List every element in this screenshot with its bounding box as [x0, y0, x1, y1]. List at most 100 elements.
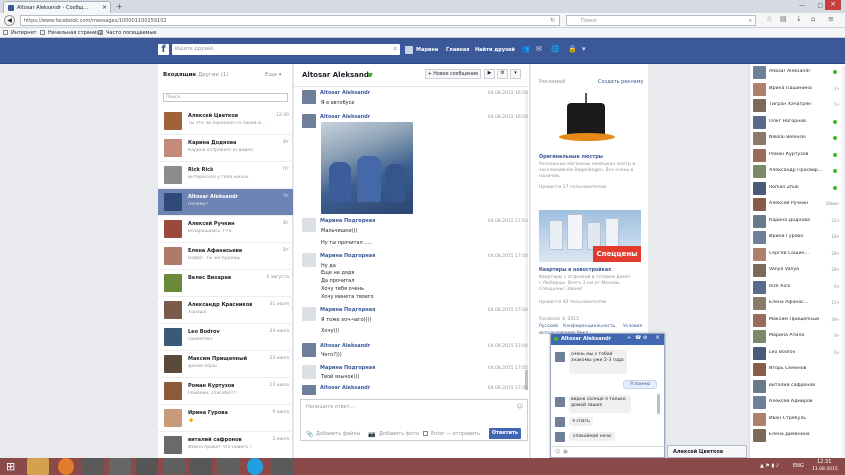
- more-dropdown[interactable]: Еще ▾: [265, 72, 282, 78]
- video-call-icon[interactable]: ▶: [484, 69, 495, 79]
- conversation-row[interactable]: Алексей Цветков Ты что ли переехал со сво…: [158, 108, 293, 135]
- conversation-avatar[interactable]: [164, 139, 182, 157]
- conversation-row[interactable]: виталий сафронов Ирина привет что нового …: [158, 432, 293, 458]
- conversation-avatar[interactable]: [164, 409, 182, 427]
- apartments-ad-image[interactable]: Спеццены: [539, 210, 641, 262]
- friend-item[interactable]: Сергей Сошин... 28ч: [751, 246, 839, 262]
- sender-avatar[interactable]: [302, 307, 316, 321]
- clock-time[interactable]: 12:31: [817, 459, 831, 465]
- message-author[interactable]: Марина Подгорная: [320, 218, 375, 224]
- home-link[interactable]: Главная: [446, 47, 469, 53]
- conversation-row[interactable]: Ирина Гурова 👍 9 июля: [158, 405, 293, 432]
- reading-list-icon[interactable]: ▤: [780, 15, 787, 23]
- settings-gear-icon[interactable]: ⚙: [643, 335, 647, 341]
- ad2-likes[interactable]: Нравится 40 пользователям: [539, 300, 606, 305]
- friend-requests-icon[interactable]: 👥: [521, 45, 530, 53]
- tab-other[interactable]: Другие (1): [198, 72, 228, 78]
- conversation-row[interactable]: Altosar Aleksandr Почему? Чт: [158, 189, 293, 216]
- friend-item[interactable]: Nikolai Belevski: [751, 130, 839, 146]
- settings-gear-icon[interactable]: ⚙: [497, 69, 508, 79]
- privacy-icon[interactable]: 🔒: [568, 45, 577, 53]
- friend-search-input[interactable]: Ищите друзей ⌕: [172, 44, 400, 55]
- window-close-icon[interactable]: ×: [825, 0, 841, 10]
- conversation-row[interactable]: Максим Прищепный Доной порш 23 июля: [158, 351, 293, 378]
- call-icon[interactable]: ☎: [635, 335, 641, 341]
- chat-popup-input[interactable]: ☺ ▣: [551, 446, 664, 457]
- minimize-icon[interactable]: —: [799, 2, 805, 9]
- conversation-avatar[interactable]: [164, 247, 182, 265]
- sender-avatar[interactable]: [302, 218, 316, 232]
- add-friend-icon[interactable]: +: [627, 335, 631, 341]
- find-friends-link[interactable]: Найти друзей: [475, 47, 515, 53]
- sender-avatar[interactable]: [302, 365, 316, 379]
- bookmark-frequent[interactable]: Часто посещаемые: [106, 30, 157, 36]
- ad1-title[interactable]: Оригинальные люстры: [539, 155, 603, 160]
- conversation-row[interactable]: Rick Rick интересная у тебя жизнь Пт: [158, 162, 293, 189]
- app-taskbar-icon[interactable]: [82, 458, 104, 475]
- sender-avatar[interactable]: [302, 343, 316, 357]
- tab-close-icon[interactable]: ×: [102, 4, 107, 11]
- tray-icons[interactable]: ▲ ⚑ ▮ ♪: [760, 463, 779, 469]
- new-message-button[interactable]: + Новое сообщение: [425, 69, 481, 79]
- chat-popup-name[interactable]: Altosar Aleksandr: [561, 336, 611, 342]
- conversation-row[interactable]: Карина Доднова Карина отправил(-а) видео В…: [158, 135, 293, 162]
- message-author[interactable]: Altosar Aleksandr: [320, 343, 370, 349]
- chat-scrollbar[interactable]: [657, 394, 660, 414]
- conversation-row[interactable]: Роман Куртузов Романик, спасибо!!!! 23 июл…: [158, 378, 293, 405]
- explorer-taskbar-icon[interactable]: [27, 458, 49, 475]
- back-icon[interactable]: ◀: [4, 15, 15, 26]
- friend-item[interactable]: Максим Прищепный 49ч: [751, 312, 839, 328]
- create-ad-link[interactable]: Создать рекламу: [598, 79, 643, 85]
- ad2-title[interactable]: Квартиры в новостройках: [539, 268, 611, 273]
- menu-icon[interactable]: ≡: [828, 15, 834, 23]
- friend-item[interactable]: Ирина Пашинина 1ч: [751, 81, 839, 97]
- message-author[interactable]: Altosar Aleksandr: [320, 385, 370, 391]
- conversation-avatar[interactable]: [164, 220, 182, 238]
- reload-icon[interactable]: ↻: [550, 17, 555, 24]
- app-taskbar-icon[interactable]: [217, 458, 239, 475]
- new-tab-icon[interactable]: +: [116, 2, 123, 11]
- conversation-avatar[interactable]: [164, 112, 182, 130]
- app-taskbar-icon[interactable]: [163, 458, 185, 475]
- footer-terms[interactable]: Условия: [623, 324, 642, 329]
- message-author[interactable]: Марина Подгорная: [320, 307, 375, 313]
- footer-language[interactable]: Русский: [539, 324, 558, 329]
- skype-taskbar-icon[interactable]: [247, 458, 263, 475]
- app-taskbar-icon[interactable]: [136, 458, 158, 475]
- friend-item[interactable]: Алексей Адмиров: [751, 394, 839, 410]
- conversation-avatar[interactable]: [164, 166, 182, 184]
- messages-icon[interactable]: ✉: [536, 45, 542, 53]
- conversation-avatar[interactable]: [164, 382, 182, 400]
- conversation-row[interactable]: Leo Bodrov Приветик) 24 июля: [158, 324, 293, 351]
- language-indicator[interactable]: ENG: [793, 463, 804, 469]
- friend-item[interactable]: Роман Куртузов: [751, 147, 839, 163]
- friend-item[interactable]: Иван Стребуль: [751, 411, 839, 427]
- conversation-avatar[interactable]: [164, 355, 182, 373]
- friend-item[interactable]: Елена Диевнина: [751, 427, 839, 443]
- send-button[interactable]: Ответить: [489, 428, 521, 439]
- search-icon[interactable]: ⌕: [749, 17, 752, 25]
- minimized-chat-name[interactable]: Алексей Цветков: [673, 449, 723, 455]
- home-icon[interactable]: ⌂: [811, 15, 815, 23]
- friend-item[interactable]: Vanya Vanya 28ч: [751, 262, 839, 278]
- conversation-avatar[interactable]: [164, 436, 182, 454]
- app-taskbar-icon[interactable]: [190, 458, 212, 475]
- add-photo-link[interactable]: Добавить фото: [379, 431, 419, 437]
- conversation-avatar[interactable]: [164, 301, 182, 319]
- profile-avatar[interactable]: [405, 46, 413, 54]
- conversation-avatar[interactable]: [164, 328, 182, 346]
- app-taskbar-icon[interactable]: [272, 458, 294, 475]
- maximize-icon[interactable]: ▢: [817, 2, 823, 9]
- conversation-row[interactable]: Алексей Ручкин Возвращаюсь 7-го Вт: [158, 216, 293, 243]
- add-files-link[interactable]: Добавить файлы: [316, 431, 361, 437]
- footer-privacy[interactable]: Конфиденциальность: [563, 324, 615, 329]
- chandelier-ad-image[interactable]: [539, 89, 641, 151]
- conversation-avatar[interactable]: [164, 274, 182, 292]
- friend-item[interactable]: Марина Атила 8ч: [751, 328, 839, 344]
- settings-arrow-icon[interactable]: ▾: [582, 45, 586, 53]
- enter-to-send-checkbox[interactable]: [423, 431, 428, 436]
- friend-item[interactable]: Алексей Ручкин 58мин: [751, 196, 839, 212]
- photo-icon[interactable]: ▣: [563, 449, 568, 455]
- bus-photo-image[interactable]: [321, 122, 413, 214]
- star-icon[interactable]: ☆: [766, 15, 772, 23]
